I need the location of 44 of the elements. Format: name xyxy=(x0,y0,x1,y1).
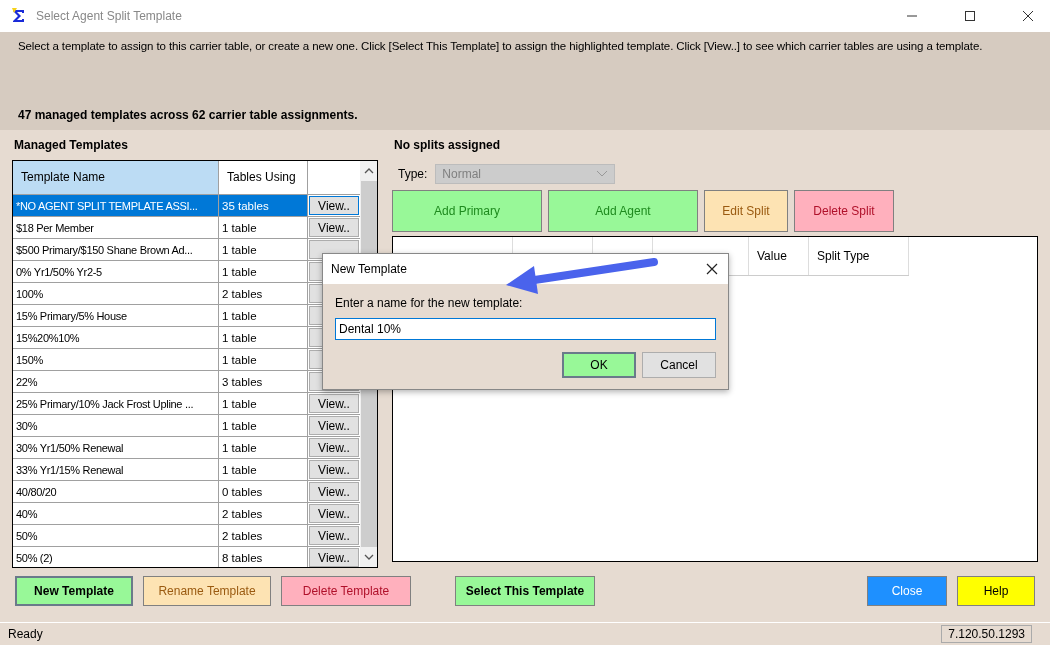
table-cell: 100% xyxy=(13,283,219,304)
instructions-text: Select a template to assign to this carrier table, or create a new one. Click [Select This Template] to assign the highlighted template. Click [View..] to see which carrier tables are using a template. xyxy=(18,40,983,52)
table-cell: 1 table xyxy=(219,217,308,238)
table-cell: 40/80/20 xyxy=(13,481,219,502)
table-cell: 30% Yr1/50% Renewal xyxy=(13,437,219,458)
table-cell: 1 table xyxy=(219,327,308,348)
table-cell: 35 tables xyxy=(219,195,308,216)
section-heading: Managed Templates xyxy=(14,138,129,152)
table-cell: 1 table xyxy=(219,305,308,326)
table-cell: $500 Primary/$150 Shane Brown Ad... xyxy=(13,239,219,260)
table-cell: 0% Yr1/50% Yr2-5 xyxy=(13,261,219,282)
table-cell: 1 table xyxy=(219,349,308,370)
table-cell: 2 tables xyxy=(219,283,308,304)
table-cell: 2 tables xyxy=(219,503,308,524)
table-cell: 3 tables xyxy=(219,371,308,392)
table-cell: 8 tables xyxy=(219,547,308,567)
window-title: Select Agent Split Template xyxy=(36,9,182,23)
table-cell: $18 Per Member xyxy=(13,217,219,238)
table-cell: *NO AGENT SPLIT TEMPLATE ASSI... xyxy=(13,195,219,216)
table-cell: 25% Primary/10% Jack Frost Upline ... xyxy=(13,393,219,414)
table-cell: 15% Primary/5% House xyxy=(13,305,219,326)
table-cell: 1 table xyxy=(219,459,308,480)
table-cell: 0 tables xyxy=(219,481,308,502)
table-cell: 50% xyxy=(13,525,219,546)
summary-text: 47 managed templates across 62 carrier table assignments. xyxy=(18,108,358,122)
table-cell: 33% Yr1/15% Renewal xyxy=(13,459,219,480)
table-cell: 1 table xyxy=(219,393,308,414)
type-label: Type: xyxy=(398,167,428,181)
table-cell: 15%20%10% xyxy=(13,327,219,348)
prompt-text: Enter a name for the new template: xyxy=(335,296,524,310)
table-cell: 1 table xyxy=(219,415,308,436)
table-cell: 2 tables xyxy=(219,525,308,546)
section-heading: No splits assigned xyxy=(394,138,502,152)
dialog-title: New Template xyxy=(331,262,407,276)
version-text: 7.120.50.1293 xyxy=(941,625,1032,643)
table-cell: 1 table xyxy=(219,437,308,458)
table-cell: 1 table xyxy=(219,261,308,282)
table-cell: 150% xyxy=(13,349,219,370)
table-cell: 50% (2) xyxy=(13,547,219,567)
status-text: Ready xyxy=(8,627,43,641)
table-cell: 30% xyxy=(13,415,219,436)
table-cell: 1 table xyxy=(219,239,308,260)
table-cell: 40% xyxy=(13,503,219,524)
table-cell: 22% xyxy=(13,371,219,392)
